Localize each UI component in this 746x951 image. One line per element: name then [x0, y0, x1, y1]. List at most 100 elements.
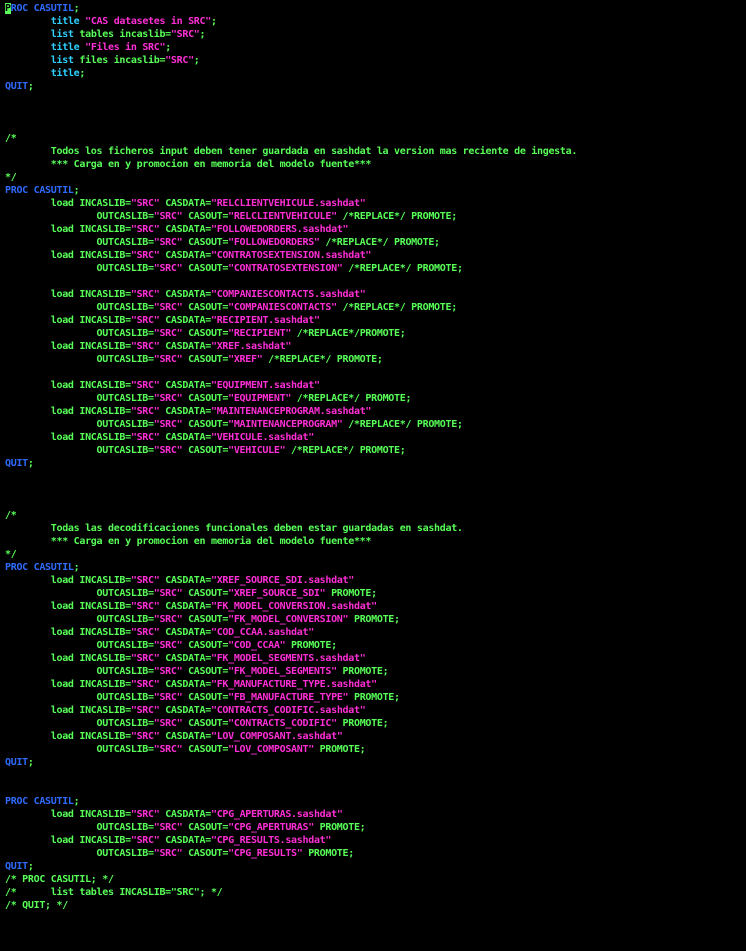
string-token: "COMPANIESCONTACTS" [228, 302, 337, 313]
string-token: "RECIPIENT.sashdat" [210, 315, 320, 326]
code-token: load INCASLIB= [5, 289, 131, 300]
code-token: CASOUT= [182, 666, 229, 677]
string-token: "CPG_RESULTS" [228, 848, 303, 859]
code-line: PROC CASUTIL; [5, 2, 746, 15]
code-token: PROMOTE; [313, 744, 366, 755]
string-token: "XREF.sashdat" [210, 341, 292, 352]
code-token: ; [210, 16, 217, 27]
string-token: "FK_MODEL_SEGMENTS" [228, 666, 337, 677]
string-token: "CONTRATOSEXTENSION.sashdat" [210, 250, 372, 261]
string-token: "SRC" [130, 731, 160, 742]
code-token: ; [73, 185, 80, 196]
statement-token: list [50, 29, 74, 40]
code-line: QUIT; [5, 860, 746, 873]
code-token: CASOUT= [182, 744, 229, 755]
string-token: "SRC" [153, 354, 183, 365]
code-line: OUTCASLIB="SRC" CASOUT="COMPANIESCONTACT… [5, 301, 746, 314]
string-token: "XREF" [228, 354, 263, 365]
string-token: "COD_CCAA.sashdat" [210, 627, 314, 638]
string-token: "SRC" [153, 822, 183, 833]
code-token: CASOUT= [182, 211, 229, 222]
code-token: OUTCASLIB= [5, 211, 155, 222]
string-token: "CONTRACTS_CODIFIC.sashdat" [210, 705, 366, 716]
code-token: ; [73, 562, 80, 573]
string-token: "SRC" [130, 380, 160, 391]
code-line: OUTCASLIB="SRC" CASOUT="CPG_RESULTS" PRO… [5, 847, 746, 860]
string-token: "SRC" [153, 237, 183, 248]
comment-token: */ [5, 549, 17, 560]
code-token: PROMOTE; [348, 692, 400, 703]
code-line: PROC CASUTIL; [5, 561, 746, 574]
code-line: load INCASLIB="SRC" CASDATA="XREF_SOURCE… [5, 574, 746, 587]
code-line: OUTCASLIB="SRC" CASOUT="LOV_COMPOSANT" P… [5, 743, 746, 756]
code-token: CASDATA= [159, 380, 211, 391]
code-token: CASOUT= [182, 445, 229, 456]
code-line: OUTCASLIB="SRC" CASOUT="XREF" /*REPLACE*… [5, 353, 746, 366]
code-token: PROMOTE; [336, 718, 389, 729]
code-token: ; [165, 42, 171, 53]
string-token: "SRC" [153, 692, 183, 703]
string-token: "XREF_SOURCE_SDI" [228, 588, 326, 599]
code-line: list files incaslib="SRC"; [5, 54, 746, 67]
code-token: CASDATA= [159, 705, 211, 716]
code-line: OUTCASLIB="SRC" CASOUT="RECIPIENT" /*REP… [5, 327, 746, 340]
string-token: "SRC" [130, 679, 160, 690]
code-token: CASDATA= [159, 250, 211, 261]
code-token: ; [27, 757, 34, 768]
code-line: load INCASLIB="SRC" CASDATA="FK_MODEL_SE… [5, 652, 746, 665]
code-token: CASDATA= [159, 835, 211, 846]
code-token: OUTCASLIB= [5, 718, 155, 729]
code-token: ; [199, 29, 206, 40]
keyword-token: ROC CASUTIL [10, 3, 74, 14]
string-token: "FOLLOWEDORDERS.sashdat" [210, 224, 349, 235]
code-line: title "CAS datasetes in SRC"; [5, 15, 746, 28]
code-token: load INCASLIB= [5, 705, 131, 716]
string-token: "CONTRACTS_CODIFIC" [228, 718, 337, 729]
string-token: "SRC" [130, 809, 160, 820]
code-token: tables incaslib= [73, 29, 171, 40]
code-line: load INCASLIB="SRC" CASDATA="MAINTENANCE… [5, 405, 746, 418]
string-token: "MAINTENANCEPROGRAM" [228, 419, 343, 430]
code-line: load INCASLIB="SRC" CASDATA="COD_CCAA.sa… [5, 626, 746, 639]
comment-token: /* [5, 510, 17, 521]
code-token: CASDATA= [159, 432, 211, 443]
code-token: OUTCASLIB= [5, 393, 155, 404]
string-token: "SRC" [153, 848, 183, 859]
string-token: "RELCLIENTVEHICULE" [228, 211, 337, 222]
code-line: PROC CASUTIL; [5, 795, 746, 808]
code-token: load INCASLIB= [5, 224, 131, 235]
code-token: CASOUT= [182, 614, 229, 625]
keyword-token: PROC CASUTIL [5, 185, 74, 196]
statement-token: title [50, 42, 80, 53]
code-line: OUTCASLIB="SRC" CASOUT="FK_MODEL_SEGMENT… [5, 665, 746, 678]
code-token: /*REPLACE*/ PROMOTE; [291, 393, 412, 404]
string-token: "SRC" [153, 419, 183, 430]
code-token: load INCASLIB= [5, 432, 131, 443]
comment-token: *** Carga en y promocion en memoria del … [5, 159, 372, 170]
string-token: "SRC" [130, 432, 160, 443]
code-line: OUTCASLIB="SRC" CASOUT="CPG_APERTURAS" P… [5, 821, 746, 834]
string-token: "SRC" [130, 406, 160, 417]
code-line: QUIT; [5, 80, 746, 93]
string-token: "LOV_COMPOSANT" [228, 744, 314, 755]
code-editor[interactable]: PROC CASUTIL; title "CAS datasetes in SR… [5, 2, 746, 912]
code-token: CASDATA= [159, 627, 211, 638]
string-token: "VEHICULE" [228, 445, 286, 456]
code-token: CASDATA= [159, 315, 211, 326]
code-token: load INCASLIB= [5, 198, 131, 209]
code-line: load INCASLIB="SRC" CASDATA="EQUIPMENT.s… [5, 379, 746, 392]
comment-token: /* [5, 133, 17, 144]
string-token: "SRC" [153, 614, 183, 625]
code-token: /*REPLACE*/ PROMOTE; [262, 354, 383, 365]
string-token: "SRC" [130, 289, 160, 300]
code-token: load INCASLIB= [5, 380, 131, 391]
string-token: "EQUIPMENT.sashdat" [210, 380, 320, 391]
string-token: "SRC" [130, 315, 160, 326]
